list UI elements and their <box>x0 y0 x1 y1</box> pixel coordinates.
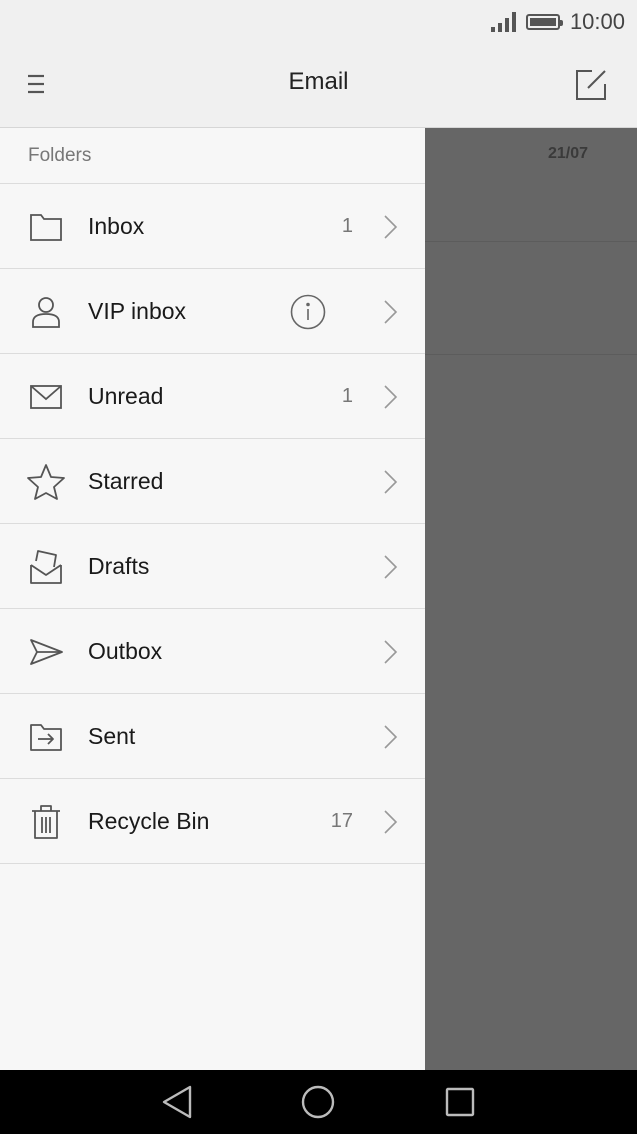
folder-label: Sent <box>88 722 136 749</box>
folder-item-sent[interactable]: Sent <box>0 694 425 779</box>
system-nav-bar <box>0 1070 637 1134</box>
trash-icon <box>26 802 66 842</box>
chevron-right-icon <box>378 724 400 750</box>
chevron-right-icon <box>378 554 400 580</box>
battery-icon <box>525 14 563 30</box>
envelope-icon <box>26 377 66 417</box>
folder-label: Drafts <box>88 552 150 579</box>
recents-icon[interactable] <box>440 1082 480 1122</box>
folder-item-unread[interactable]: Unread 1 <box>0 354 425 439</box>
chevron-right-icon <box>378 469 400 495</box>
chevron-right-icon <box>378 809 400 835</box>
status-time: 10:00 <box>569 9 625 34</box>
folder-count: 17 <box>330 809 353 832</box>
folders-section-title: Folders <box>0 128 425 184</box>
folder-count: 1 <box>341 214 353 237</box>
chevron-right-icon <box>378 384 400 410</box>
list-divider <box>425 241 637 242</box>
chevron-right-icon <box>378 214 400 240</box>
folder-label: Unread <box>88 382 164 409</box>
sent-icon <box>26 717 66 757</box>
star-icon <box>26 462 66 502</box>
signal-icon <box>490 12 516 32</box>
person-icon <box>26 292 66 332</box>
folder-item-inbox[interactable]: Inbox 1 <box>0 184 425 269</box>
folder-item-starred[interactable]: Starred <box>0 439 425 524</box>
folder-icon <box>26 207 66 247</box>
folder-count: 1 <box>341 384 353 407</box>
home-icon[interactable] <box>298 1082 338 1122</box>
send-icon <box>26 632 66 672</box>
folder-label: Inbox <box>88 212 145 239</box>
compose-icon[interactable] <box>574 68 608 102</box>
email-date: 21/07 <box>548 145 589 162</box>
folder-item-vip-inbox[interactable]: VIP inbox <box>0 269 425 354</box>
app-header: Email <box>0 44 637 128</box>
folder-item-recycle-bin[interactable]: Recycle Bin 17 <box>0 779 425 864</box>
drawer-scrim[interactable]: 21/07 <box>425 128 637 1070</box>
list-divider <box>425 354 637 355</box>
folder-item-outbox[interactable]: Outbox <box>0 609 425 694</box>
status-bar: 10:00 <box>0 0 637 44</box>
chevron-right-icon <box>378 639 400 665</box>
folder-label: Recycle Bin <box>88 807 210 834</box>
back-icon[interactable] <box>158 1082 198 1122</box>
drafts-icon <box>26 547 66 587</box>
folder-drawer: Folders Inbox 1 VIP inbox Unread 1 Starr… <box>0 128 425 1070</box>
folder-label: VIP inbox <box>88 297 187 324</box>
folder-label: Starred <box>88 467 164 494</box>
info-icon[interactable] <box>290 294 326 330</box>
folder-item-drafts[interactable]: Drafts <box>0 524 425 609</box>
chevron-right-icon <box>378 299 400 325</box>
page-title: Email <box>288 68 349 95</box>
folder-label: Outbox <box>88 637 163 664</box>
